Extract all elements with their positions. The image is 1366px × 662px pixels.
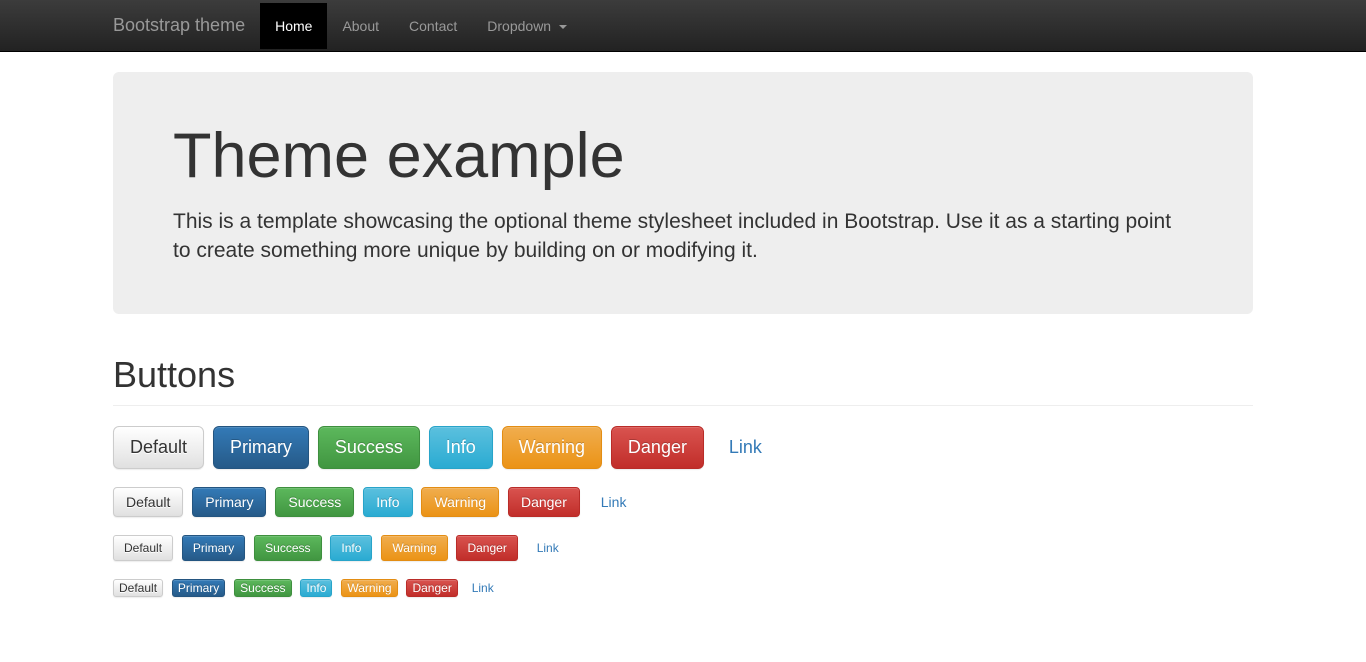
warning-button[interactable]: Warning [421,487,499,517]
danger-button[interactable]: Danger [406,579,457,597]
navbar-nav: Home About Contact Dropdown [260,3,582,49]
buttons-heading: Buttons [113,354,1253,396]
success-button[interactable]: Success [254,535,321,561]
danger-button[interactable]: Danger [611,426,704,469]
nav-item-home[interactable]: Home [260,3,327,49]
button-row-lg: Default Primary Success Info Warning Dan… [113,426,1253,469]
warning-button[interactable]: Warning [502,426,602,469]
info-button[interactable]: Info [330,535,372,561]
warning-button[interactable]: Warning [341,579,397,597]
default-button[interactable]: Default [113,426,204,469]
page-header-buttons: Buttons [113,354,1253,406]
jumbotron-text: This is a template showcasing the option… [173,207,1193,266]
nav-item-dropdown[interactable]: Dropdown [472,3,582,49]
link-button[interactable]: Link [467,580,499,596]
jumbotron-title: Theme example [173,120,1193,192]
nav-item-contact[interactable]: Contact [394,3,472,49]
jumbotron: Theme example This is a template showcas… [113,72,1253,314]
default-button[interactable]: Default [113,487,183,517]
navbar: Bootstrap theme Home About Contact Dropd… [0,0,1366,52]
danger-button[interactable]: Danger [508,487,580,517]
danger-button[interactable]: Danger [456,535,517,561]
success-button[interactable]: Success [275,487,354,517]
primary-button[interactable]: Primary [182,535,245,561]
button-row-sm: Default Primary Success Info Warning Dan… [113,535,1253,561]
warning-button[interactable]: Warning [381,535,447,561]
info-button[interactable]: Info [363,487,412,517]
info-button[interactable]: Info [429,426,493,469]
success-button[interactable]: Success [234,579,291,597]
primary-button[interactable]: Primary [172,579,225,597]
link-button[interactable]: Link [589,488,639,516]
button-row-md: Default Primary Success Info Warning Dan… [113,487,1253,517]
info-button[interactable]: Info [300,579,332,597]
navbar-brand[interactable]: Bootstrap theme [113,0,260,51]
default-button[interactable]: Default [113,579,163,597]
success-button[interactable]: Success [318,426,420,469]
primary-button[interactable]: Primary [192,487,266,517]
button-row-xs: Default Primary Success Info Warning Dan… [113,579,1253,597]
link-button[interactable]: Link [527,536,569,560]
default-button[interactable]: Default [113,535,173,561]
nav-item-about[interactable]: About [327,3,394,49]
link-button[interactable]: Link [713,427,778,468]
primary-button[interactable]: Primary [213,426,309,469]
caret-down-icon [559,25,567,29]
